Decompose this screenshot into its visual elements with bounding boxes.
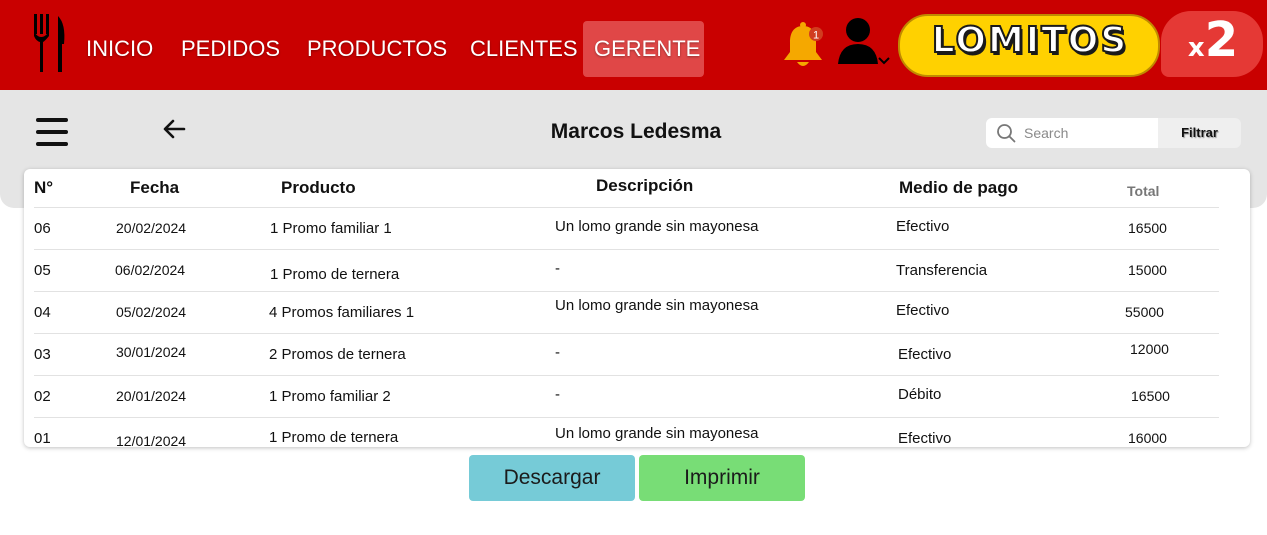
cell-description: - (555, 386, 560, 403)
column-header-total: Total (1127, 183, 1160, 199)
cell-payment: Efectivo (896, 218, 950, 235)
search-icon (997, 124, 1016, 143)
bell-icon[interactable]: 1 (781, 20, 825, 70)
cell-total: 12000 (1130, 341, 1169, 357)
nav-productos[interactable]: PRODUCTOS (307, 36, 447, 62)
cell-total: 55000 (1125, 304, 1164, 320)
cell-product: 1 Promo de ternera (269, 429, 399, 446)
cell-number: 04 (34, 304, 51, 321)
cell-description: Un lomo grande sin mayonesa (555, 218, 759, 235)
cell-total: 15000 (1128, 262, 1167, 278)
cell-product: 1 Promo de ternera (270, 266, 400, 283)
column-header-number: N° (34, 178, 54, 197)
cell-date: 20/01/2024 (116, 388, 187, 404)
cell-product: 2 Promos de ternera (269, 346, 406, 363)
cell-payment: Transferencia (896, 262, 988, 279)
chevron-down-icon (878, 57, 890, 65)
orders-table: N° Fecha Producto Descripción Medio de p… (24, 169, 1250, 447)
print-button[interactable]: Imprimir (639, 455, 805, 501)
nav-clientes[interactable]: CLIENTES (470, 36, 578, 62)
cell-payment: Efectivo (898, 430, 952, 447)
cell-product: 1 Promo familiar 1 (270, 220, 392, 237)
filter-button[interactable]: Filtrar (1158, 118, 1241, 148)
cell-number: 01 (34, 430, 51, 447)
cell-date: 06/02/2024 (115, 262, 186, 278)
column-header-payment: Medio de pago (899, 178, 1018, 197)
column-header-date: Fecha (130, 178, 180, 197)
fork-knife-icon (34, 14, 65, 72)
nav-gerente[interactable]: GERENTE (594, 36, 700, 62)
cell-number: 05 (34, 262, 51, 279)
cell-number: 06 (34, 220, 51, 237)
cell-description: Un lomo grande sin mayonesa (555, 297, 759, 314)
cell-total: 16000 (1128, 430, 1167, 446)
row-divider (34, 417, 1219, 418)
cell-date: 20/02/2024 (116, 220, 187, 236)
cell-total: 16500 (1131, 388, 1170, 404)
brand-logo-text: LOMITOS (931, 19, 1129, 62)
nav-inicio[interactable]: INICIO (86, 36, 153, 62)
row-divider (34, 249, 1219, 250)
cell-description: - (555, 344, 560, 361)
cell-payment: Efectivo (896, 302, 950, 319)
cell-description: - (555, 260, 560, 277)
row-divider (34, 375, 1219, 376)
nav-pedidos[interactable]: PEDIDOS (181, 36, 280, 62)
cell-date: 05/02/2024 (116, 304, 187, 320)
cell-number: 02 (34, 388, 51, 405)
user-icon[interactable] (836, 16, 896, 70)
download-button[interactable]: Descargar (469, 455, 635, 501)
cell-product: 1 Promo familiar 2 (269, 388, 391, 405)
page-title: Marcos Ledesma (550, 120, 722, 143)
cell-total: 16500 (1128, 220, 1167, 236)
cell-payment: Efectivo (898, 346, 952, 363)
row-divider (34, 207, 1219, 208)
cell-date: 30/01/2024 (116, 344, 187, 360)
cell-date: 12/01/2024 (116, 433, 187, 447)
search-input[interactable] (1024, 121, 1154, 145)
notification-badge: 1 (813, 30, 819, 42)
row-divider (34, 291, 1219, 292)
row-divider (34, 333, 1219, 334)
cell-description: Un lomo grande sin mayonesa (555, 425, 759, 442)
column-header-description: Descripción (596, 176, 694, 195)
back-arrow-icon[interactable] (162, 118, 188, 140)
cell-payment: Débito (898, 386, 942, 403)
cell-number: 03 (34, 346, 51, 363)
cell-product: 4 Promos familiares 1 (269, 304, 415, 321)
column-header-product: Producto (281, 178, 356, 197)
brand-x2-text: x2 (1187, 12, 1239, 68)
hamburger-menu-icon[interactable] (36, 116, 68, 148)
